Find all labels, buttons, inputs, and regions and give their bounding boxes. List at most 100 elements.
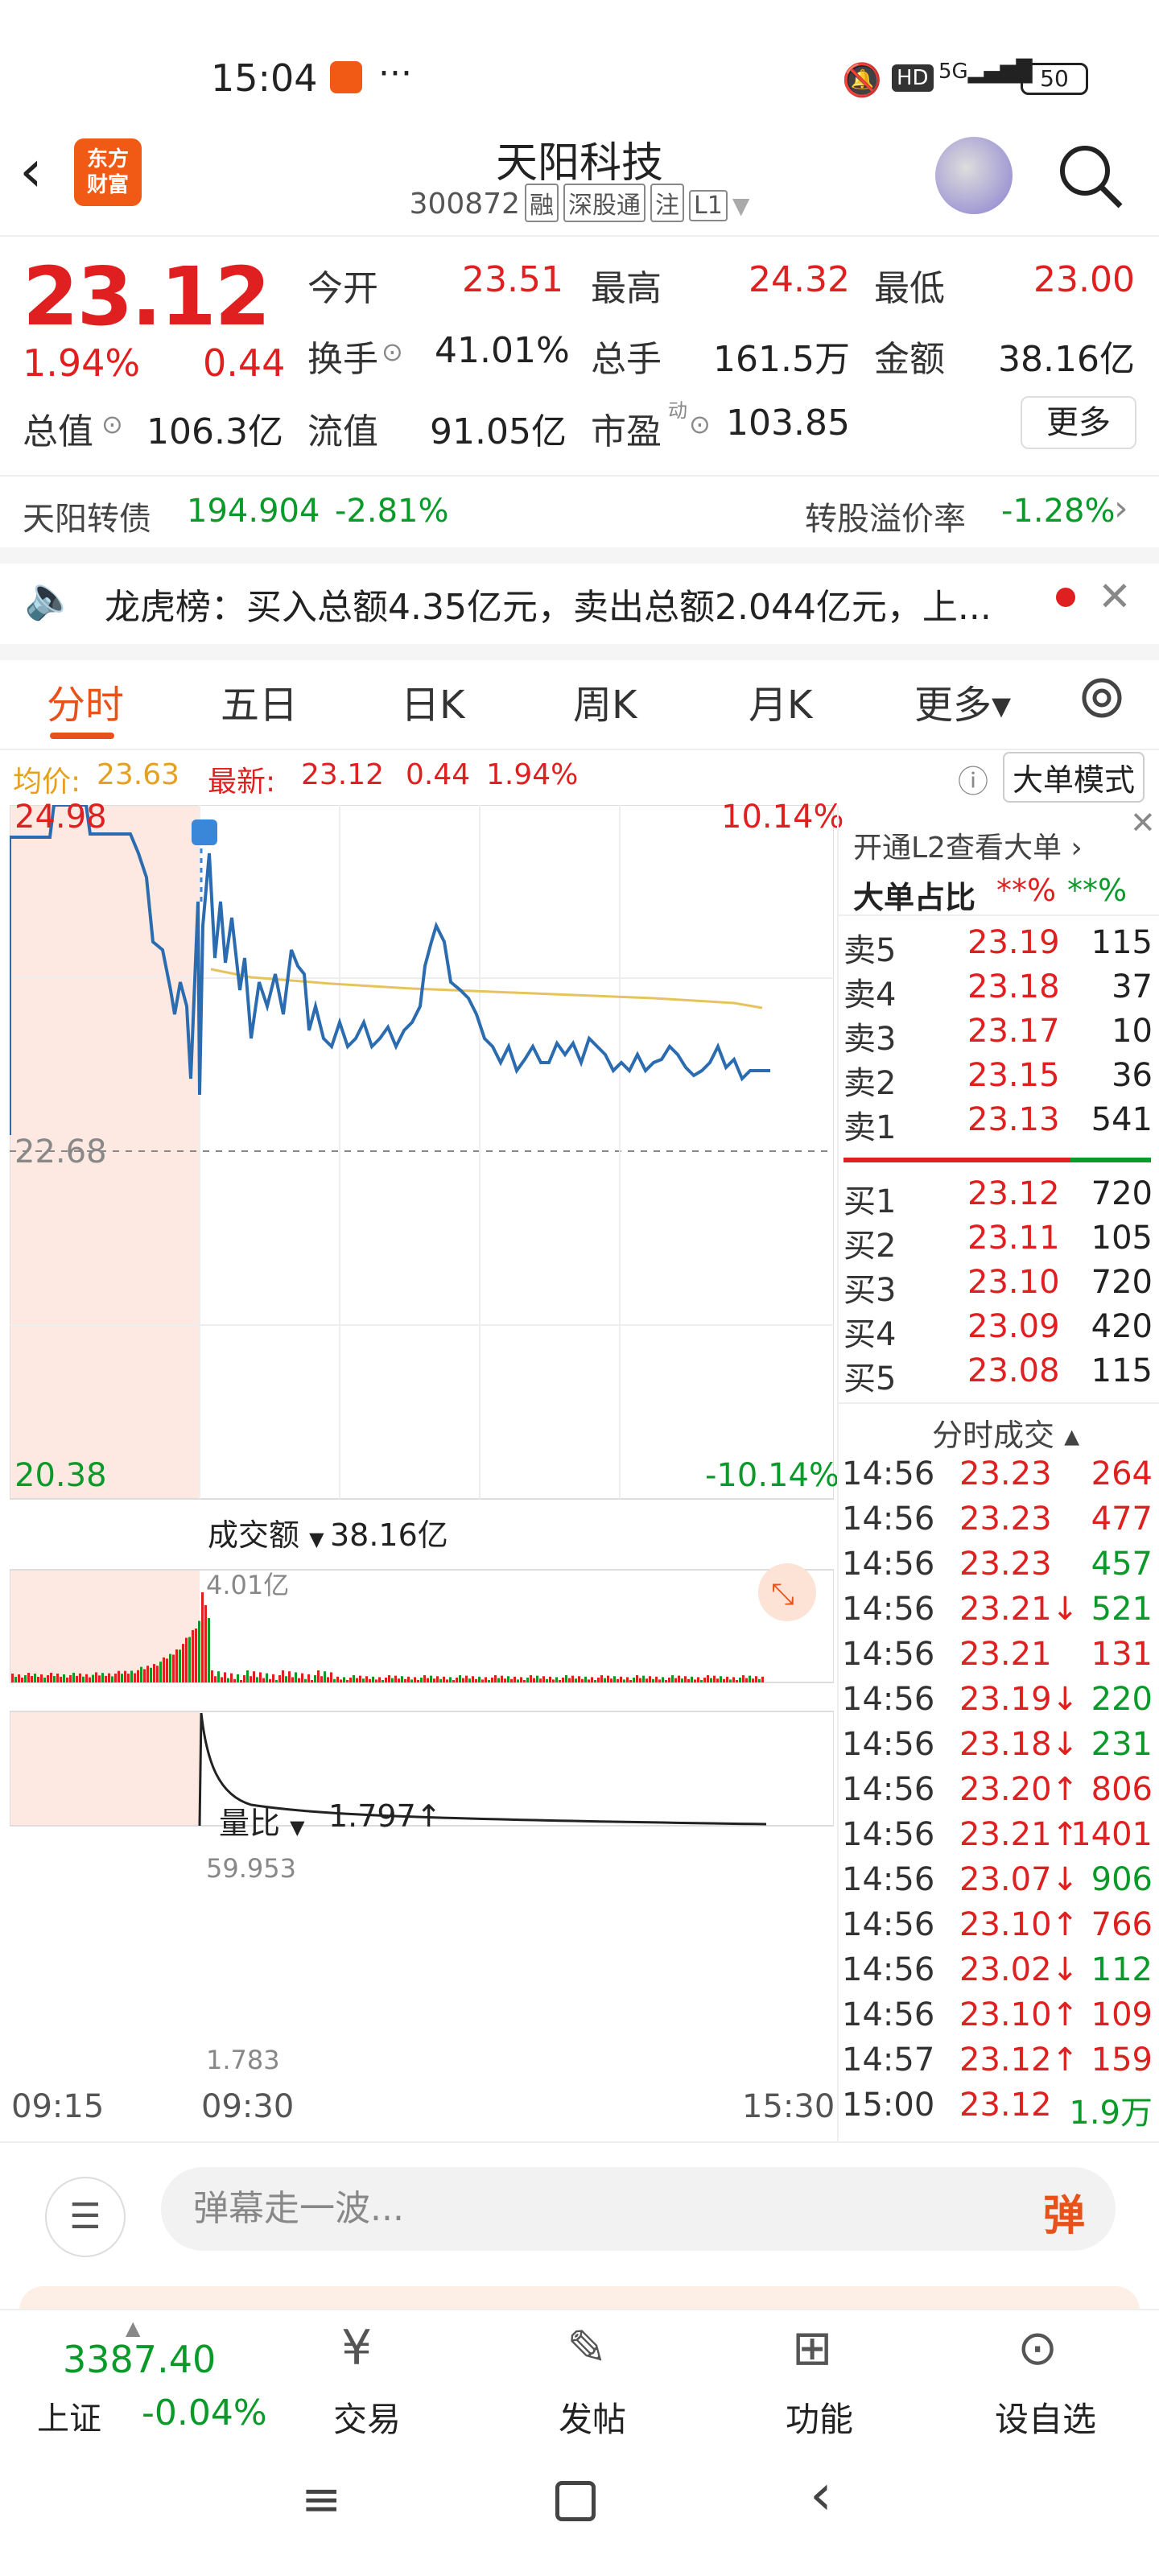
- amount-bar: [446, 1679, 448, 1682]
- premium-label: 转股溢价率: [805, 501, 966, 538]
- tick-volume: 806: [1091, 1771, 1153, 1808]
- avg-label: 均价:: [13, 766, 81, 799]
- watchlist-icon[interactable]: ⊙: [1017, 2320, 1058, 2376]
- bid-row[interactable]: 买3 23.10 720: [839, 1264, 1159, 1309]
- chart-prev-close: 22.68: [14, 1133, 107, 1170]
- ask-row[interactable]: 卖1 23.13 541: [839, 1101, 1159, 1146]
- info-icon[interactable]: ⊙: [689, 409, 711, 440]
- menu-icon[interactable]: ≡: [301, 2471, 341, 2528]
- ratio-dropdown[interactable]: 量比 ▼: [219, 1798, 305, 1843]
- change-amount: 0.44: [203, 341, 286, 385]
- settings-gear-icon[interactable]: [1074, 670, 1130, 726]
- bond-name[interactable]: 天阳转债: [23, 493, 151, 539]
- ask-row[interactable]: 卖5 23.19 115: [839, 924, 1159, 969]
- amount-bar: [298, 1678, 300, 1682]
- chevron-down-icon[interactable]: ▼: [732, 192, 750, 219]
- amount-bar: [642, 1675, 645, 1682]
- tag-margin: 融: [525, 184, 559, 222]
- help-icon[interactable]: ⓘ: [958, 757, 988, 801]
- comment-list-icon[interactable]: ☰: [45, 2177, 126, 2257]
- amount-bar: [716, 1678, 719, 1682]
- amount-bar: [182, 1644, 184, 1682]
- bid-row[interactable]: 买1 23.12 720: [839, 1175, 1159, 1220]
- amount-bar: [456, 1678, 458, 1682]
- ask-row[interactable]: 卖2 23.15 36: [839, 1057, 1159, 1102]
- tick-price: 23.07↓: [959, 1861, 1079, 1898]
- pe-dynamic-mark: 动: [668, 399, 687, 422]
- index-expand-icon[interactable]: ▲: [126, 2317, 140, 2339]
- danmu-send-button[interactable]: 弹: [1043, 2182, 1085, 2242]
- tick-time: 14:56: [842, 1906, 935, 1943]
- nav-trade[interactable]: 交易: [333, 2392, 401, 2442]
- ask-row[interactable]: 卖4 23.18 37: [839, 968, 1159, 1013]
- info-icon[interactable]: ⊙: [101, 409, 123, 440]
- tab-more[interactable]: 更多▾: [914, 673, 1011, 729]
- nav-functions[interactable]: 功能: [786, 2392, 853, 2442]
- bid-row[interactable]: 买2 23.11 105: [839, 1220, 1159, 1265]
- home-icon[interactable]: [555, 2481, 596, 2521]
- amount-bar: [488, 1680, 490, 1682]
- amount-bar: [517, 1679, 519, 1682]
- tick-price: 23.12: [959, 2087, 1052, 2124]
- amount-bar: [340, 1679, 342, 1682]
- hd-icon: HD: [892, 64, 934, 92]
- tick-volume: 1401: [1070, 1816, 1153, 1853]
- l2-upsell-link[interactable]: 开通L2查看大单 ›: [853, 824, 1083, 866]
- amount-bar: [172, 1654, 175, 1682]
- amount-bar: [749, 1675, 751, 1682]
- trade-icon[interactable]: ¥: [341, 2320, 372, 2376]
- amount-bar: [372, 1676, 374, 1682]
- amount-bar: [436, 1676, 439, 1682]
- amount-bar: [475, 1678, 477, 1682]
- amount-dropdown[interactable]: 成交额 ▼: [208, 1510, 324, 1554]
- expand-chart-icon[interactable]: ⤡: [758, 1563, 816, 1621]
- bid-row[interactable]: 买5 23.08 115: [839, 1352, 1159, 1397]
- tab-intraday[interactable]: 分时: [47, 673, 124, 729]
- amount-bar: [69, 1674, 72, 1682]
- chart-bottom-price: 20.38: [14, 1457, 107, 1494]
- tab-five-day[interactable]: 五日: [221, 673, 298, 729]
- bid-row-level: 买2: [843, 1228, 897, 1265]
- ask-row-level: 卖1: [843, 1109, 897, 1146]
- bid-row-level: 买4: [843, 1316, 897, 1353]
- signal-marker[interactable]: [192, 819, 217, 845]
- amount-bar: [37, 1676, 39, 1682]
- tab-weekly-k[interactable]: 周K: [573, 673, 637, 729]
- amount-bar: [552, 1679, 555, 1682]
- assistant-avatar[interactable]: [935, 137, 1013, 214]
- ask-row[interactable]: 卖3 23.17 10: [839, 1013, 1159, 1058]
- tag-connect: 深股通: [563, 184, 646, 222]
- amount-bar: [710, 1678, 712, 1682]
- amount-bar: [31, 1676, 33, 1682]
- close-panel-icon[interactable]: ✕: [1130, 805, 1156, 840]
- tick-price: 23.19↓: [959, 1681, 1079, 1718]
- ask-row-price: 23.13: [967, 1101, 1060, 1138]
- tick-price: 23.20↑: [959, 1771, 1079, 1808]
- more-button[interactable]: 更多: [1021, 396, 1136, 449]
- info-icon[interactable]: ⊙: [382, 336, 403, 367]
- chevron-right-icon[interactable]: ›: [1114, 488, 1128, 529]
- tab-daily-k[interactable]: 日K: [401, 673, 464, 729]
- close-icon[interactable]: ✕: [1098, 573, 1132, 620]
- index-value[interactable]: 3387.40: [63, 2338, 216, 2381]
- tick-price: 23.12↑: [959, 2041, 1079, 2079]
- tab-monthly-k[interactable]: 月K: [749, 673, 812, 729]
- amount-bar: [134, 1673, 136, 1682]
- tick-time: 15:00: [842, 2087, 935, 2124]
- amount-bar: [398, 1678, 400, 1682]
- tag-level: L1: [689, 190, 728, 221]
- back-nav-icon[interactable]: ‹: [810, 2462, 832, 2528]
- notice-text[interactable]: 龙虎榜：买入总额4.35亿元，卖出总额2.044亿元，上...: [105, 578, 1022, 630]
- big-order-mode-button[interactable]: 大单模式: [1003, 752, 1145, 803]
- amount-bar: [291, 1677, 294, 1682]
- amount-bar: [365, 1676, 368, 1682]
- functions-icon[interactable]: ⊞: [792, 2320, 832, 2376]
- post-icon[interactable]: ✎: [567, 2320, 607, 2376]
- search-icon[interactable]: [1054, 140, 1127, 213]
- nav-add-watchlist[interactable]: 设自选: [995, 2392, 1096, 2442]
- ticks-title[interactable]: 分时成交 ▴: [932, 1410, 1079, 1455]
- amount-bar: [224, 1672, 226, 1682]
- nav-post[interactable]: 发帖: [559, 2392, 626, 2442]
- danmu-input[interactable]: 弹幕走一波...: [161, 2167, 1116, 2251]
- bid-row[interactable]: 买4 23.09 420: [839, 1308, 1159, 1353]
